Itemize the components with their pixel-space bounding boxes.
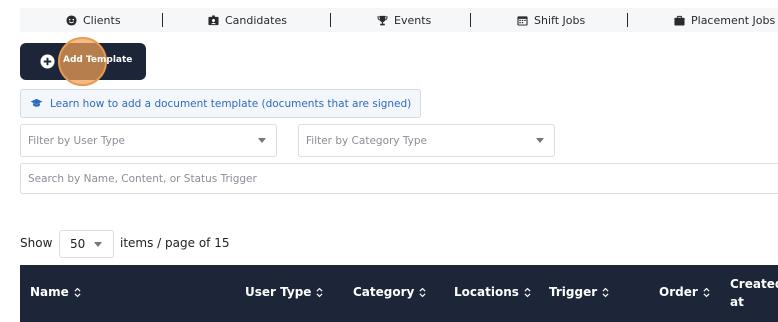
sort-icon <box>316 287 323 297</box>
briefcase-icon <box>674 15 685 26</box>
column-header-trigger[interactable]: Trigger <box>549 285 609 299</box>
nav-item-label: Placement Jobs <box>691 13 776 27</box>
nav-item-events[interactable]: Events <box>377 8 431 32</box>
nav-item-placement-jobs[interactable]: Placement Jobs <box>674 8 775 32</box>
category-type-filter[interactable]: Filter by Category Type <box>298 124 555 157</box>
nav-item-label: Events <box>394 13 432 27</box>
items-per-page-label: items / page of 15 <box>120 236 230 250</box>
nav-separator <box>330 13 331 27</box>
search-box <box>20 163 778 194</box>
user-type-filter-placeholder: Filter by User Type <box>28 134 125 147</box>
column-header-locations[interactable]: Locations <box>454 285 531 299</box>
show-label: Show <box>20 236 53 250</box>
sort-icon <box>419 287 426 297</box>
column-header-created-at[interactable]: Created at <box>730 275 778 311</box>
nav-separator <box>627 13 628 27</box>
column-header-category[interactable]: Category <box>353 285 426 299</box>
calendar-icon <box>517 15 528 26</box>
nav-item-label: Clients <box>83 13 121 27</box>
nav-item-label: Shift Jobs <box>534 13 586 27</box>
sort-icon <box>524 287 531 297</box>
chevron-down-icon <box>536 138 544 143</box>
chevron-down-icon <box>94 242 102 247</box>
help-link-text: Learn how to add a document template (do… <box>50 97 412 110</box>
column-header-name[interactable]: Name <box>30 285 81 299</box>
category-type-filter-placeholder: Filter by Category Type <box>306 134 427 147</box>
column-header-label: Name <box>30 285 69 299</box>
smile-icon <box>66 14 77 26</box>
nav-item-label: Candidates <box>225 13 287 27</box>
nav-item-candidates[interactable]: Candidates <box>208 8 287 32</box>
nav-item-shift-jobs[interactable]: Shift Jobs <box>517 8 585 32</box>
column-header-user-type[interactable]: User Type <box>245 285 323 299</box>
nav-item-clients[interactable]: Clients <box>66 8 121 32</box>
chevron-down-icon <box>258 138 266 143</box>
user-type-filter[interactable]: Filter by User Type <box>20 124 277 157</box>
trophy-icon <box>377 15 388 25</box>
column-header-label: Order <box>659 285 698 299</box>
page-size-select[interactable]: 50 <box>59 230 114 258</box>
search-input[interactable] <box>21 164 778 193</box>
page-size-value: 50 <box>70 237 86 251</box>
column-header-label: Category <box>353 285 415 299</box>
sort-icon <box>74 287 81 297</box>
help-link[interactable]: Learn how to add a document template (do… <box>20 89 421 118</box>
plus-circle-icon <box>40 54 55 69</box>
table-header: Name User Type Category Locations Trigge… <box>20 265 778 322</box>
column-header-label: User Type <box>245 285 312 299</box>
column-header-label: Trigger <box>549 285 598 299</box>
sort-icon <box>703 287 710 297</box>
top-nav: Clients Candidates Events Shift Jobs Pla… <box>20 8 778 32</box>
nav-separator <box>162 13 163 27</box>
column-header-order[interactable]: Order <box>659 285 710 299</box>
nav-separator <box>470 13 471 27</box>
id-card-icon <box>208 14 219 25</box>
graduation-cap-icon <box>30 98 43 107</box>
sort-icon <box>602 287 609 297</box>
add-template-label: Add Template <box>63 55 133 65</box>
column-header-label: Locations <box>454 285 519 299</box>
